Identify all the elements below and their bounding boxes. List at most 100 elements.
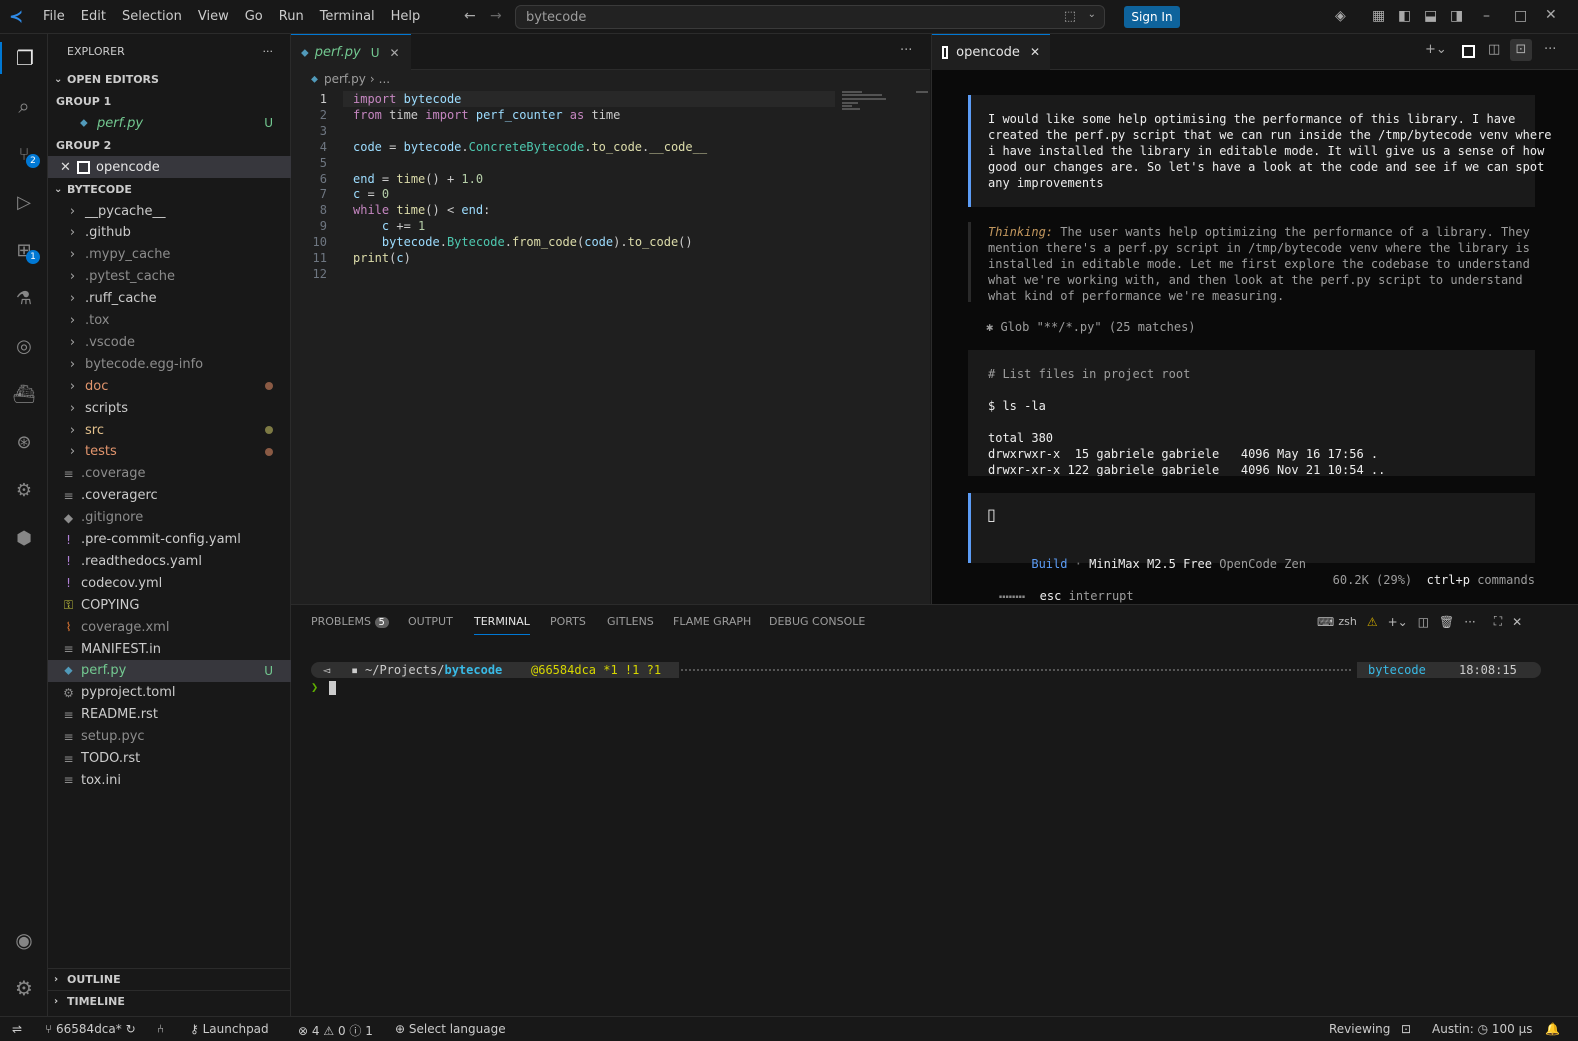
tab-perf-py[interactable]: ⬥ perf.py U ✕ xyxy=(291,34,411,70)
close-panel-icon[interactable]: ✕ xyxy=(1512,615,1522,629)
folder-item[interactable]: › .tox xyxy=(48,310,291,332)
lock-icon[interactable]: ⊡ xyxy=(1510,39,1532,61)
toggle-panel-icon[interactable]: ⬓ xyxy=(1424,8,1437,24)
close-icon[interactable]: ✕ xyxy=(60,160,77,175)
file-item[interactable]: ⬥ perf.py U xyxy=(48,659,291,682)
opencode-logo-icon[interactable] xyxy=(1462,45,1475,58)
scrollbar-thumb[interactable] xyxy=(916,91,928,93)
toggle-secondary-sidebar-icon[interactable]: ◨ xyxy=(1450,8,1463,24)
close-icon[interactable]: ✕ xyxy=(390,46,400,60)
tab-output[interactable]: OUTPUT xyxy=(408,615,453,628)
folder-item[interactable]: › src xyxy=(48,419,291,441)
maximize-window-icon[interactable]: □ xyxy=(1514,8,1527,24)
file-item[interactable]: ⌇ coverage.xml xyxy=(48,616,291,638)
copilot-icon[interactable]: ◈ xyxy=(1335,8,1346,24)
gitlens-icon[interactable]: ⊛ xyxy=(8,426,40,458)
problems-indicator[interactable]: ⊗ 4 ⚠ 0 ⓘ 1 xyxy=(298,1022,373,1039)
folder-item[interactable]: › .mypy_cache xyxy=(48,244,291,266)
tab-gitlens[interactable]: GITLENS xyxy=(607,615,654,628)
remote-icon[interactable]: ⇌ xyxy=(12,1022,22,1036)
file-item[interactable]: ≡ README.rst xyxy=(48,704,291,726)
minimap[interactable] xyxy=(842,91,892,113)
extensions-icon[interactable]: ⊞ 1 xyxy=(8,234,40,266)
more-actions-icon[interactable]: ··· xyxy=(1544,42,1556,57)
new-terminal-icon[interactable]: +⌄ xyxy=(1388,615,1408,629)
more-actions-icon[interactable]: ··· xyxy=(1464,615,1475,629)
reviewing-label[interactable]: Reviewing xyxy=(1329,1022,1390,1036)
breadcrumb-more[interactable]: ... xyxy=(379,72,390,86)
more-actions-icon[interactable]: ··· xyxy=(900,43,912,58)
remote-settings-icon[interactable]: ⚙ xyxy=(8,474,40,506)
folder-item[interactable]: › bytecode.egg-info xyxy=(48,353,291,375)
source-control-icon[interactable]: ⑂ 2 xyxy=(8,138,40,170)
explorer-icon[interactable]: ❐ xyxy=(0,42,48,74)
terminal-shell-icon[interactable]: ⌨ xyxy=(1317,615,1334,629)
timeline-header[interactable]: › TIMELINE xyxy=(48,990,291,1012)
search-icon[interactable]: ⌕ xyxy=(8,90,40,122)
file-item[interactable]: ⚿ COPYING xyxy=(48,594,291,616)
close-icon[interactable]: ✕ xyxy=(1030,45,1040,59)
run-debug-icon[interactable]: ▷ xyxy=(8,186,40,218)
menu-terminal[interactable]: Terminal xyxy=(312,9,383,24)
menu-run[interactable]: Run xyxy=(271,9,312,24)
launchpad-item[interactable]: ⚷ Launchpad xyxy=(190,1022,269,1036)
minimize-window-icon[interactable]: – xyxy=(1483,8,1490,24)
file-item[interactable]: ◆ .gitignore xyxy=(48,507,291,529)
menu-selection[interactable]: Selection xyxy=(114,9,190,24)
menu-file[interactable]: File xyxy=(35,9,73,24)
folder-item[interactable]: › __pycache__ xyxy=(48,200,291,222)
remote-explorer-icon[interactable]: ◎ xyxy=(8,330,40,362)
tab-flame-graph[interactable]: FLAME GRAPH xyxy=(673,615,751,628)
terminal-input-line[interactable]: ❯ xyxy=(311,679,337,695)
file-item[interactable]: ! .readthedocs.yaml xyxy=(48,550,291,572)
menu-view[interactable]: View xyxy=(190,9,237,24)
folder-item[interactable]: › scripts xyxy=(48,397,291,419)
file-item[interactable]: ≡ .coveragerc xyxy=(48,485,291,507)
folder-item[interactable]: › .ruff_cache xyxy=(48,288,291,310)
tab-debug-console[interactable]: DEBUG CONSOLE xyxy=(769,615,865,628)
file-item[interactable]: ≡ tox.ini xyxy=(48,769,291,791)
open-editors-header[interactable]: ⌄ OPEN EDITORS xyxy=(48,68,291,90)
split-editor-icon[interactable]: ◫ xyxy=(1488,42,1500,57)
split-terminal-icon[interactable]: ◫ xyxy=(1418,615,1429,629)
copilot-chat-icon[interactable]: ⬚ xyxy=(1064,9,1076,24)
more-actions-icon[interactable]: ··· xyxy=(263,45,274,58)
tab-terminal[interactable]: TERMINAL xyxy=(474,615,530,635)
close-window-icon[interactable]: ✕ xyxy=(1545,7,1557,23)
notifications-bell-icon[interactable]: 🔔 xyxy=(1545,1022,1560,1036)
file-item[interactable]: ≡ MANIFEST.in xyxy=(48,638,291,660)
branch-indicator[interactable]: ⑂ 66584dca* ↻ xyxy=(45,1022,136,1036)
folder-item[interactable]: › .vscode xyxy=(48,331,291,353)
tab-ports[interactable]: PORTS xyxy=(550,615,586,628)
language-selector[interactable]: ⊕ Select language xyxy=(395,1022,506,1036)
file-item[interactable]: ! .pre-commit-config.yaml xyxy=(48,529,291,551)
customize-layout-icon[interactable]: ▦ xyxy=(1372,8,1385,24)
sign-in-button[interactable]: Sign In xyxy=(1124,6,1180,28)
testing-icon[interactable]: ⚗ xyxy=(8,282,40,314)
python-icon[interactable]: ⬢ xyxy=(8,522,40,554)
trash-icon[interactable]: 🗑 xyxy=(1439,615,1454,629)
file-item[interactable]: ≡ TODO.rst xyxy=(48,748,291,770)
maximize-panel-icon[interactable]: ⛶ xyxy=(1494,614,1502,629)
folder-item[interactable]: › .github xyxy=(48,222,291,244)
toggle-primary-sidebar-icon[interactable]: ◧ xyxy=(1398,8,1411,24)
file-item[interactable]: ⚙ pyproject.toml xyxy=(48,682,291,704)
file-item[interactable]: ≡ setup.pyc xyxy=(48,726,291,748)
file-item[interactable]: ≡ .coverage xyxy=(48,463,291,485)
folder-item[interactable]: › tests xyxy=(48,441,291,463)
forward-arrow-icon[interactable]: → xyxy=(490,8,502,24)
chevron-down-icon[interactable]: ⌄ xyxy=(1088,9,1096,20)
open-editor-opencode[interactable]: ✕ opencode xyxy=(48,156,291,178)
outline-header[interactable]: › OUTLINE xyxy=(48,968,291,990)
terminal-shell-label[interactable]: zsh xyxy=(1338,615,1356,628)
tab-opencode[interactable]: opencode ✕ xyxy=(932,33,1050,70)
manage-gear-icon[interactable]: ⚙ xyxy=(8,972,40,1004)
tab-problems[interactable]: PROBLEMS 5 xyxy=(311,615,389,628)
austin-item[interactable]: Austin: ◷ 100 µs xyxy=(1432,1022,1533,1036)
new-terminal-icon[interactable]: +⌄ xyxy=(1425,42,1447,57)
open-editor-perf[interactable]: ⬥ perf.py U xyxy=(48,112,291,134)
folder-item[interactable]: › doc xyxy=(48,375,291,397)
back-arrow-icon[interactable]: ← xyxy=(464,8,476,24)
code-area[interactable]: 1 import bytecode 2 from time import perf_c… xyxy=(291,91,851,311)
prompt-input[interactable]: ▯ Build · MiniMax M2.5 Free OpenCode Zen xyxy=(968,493,1535,571)
